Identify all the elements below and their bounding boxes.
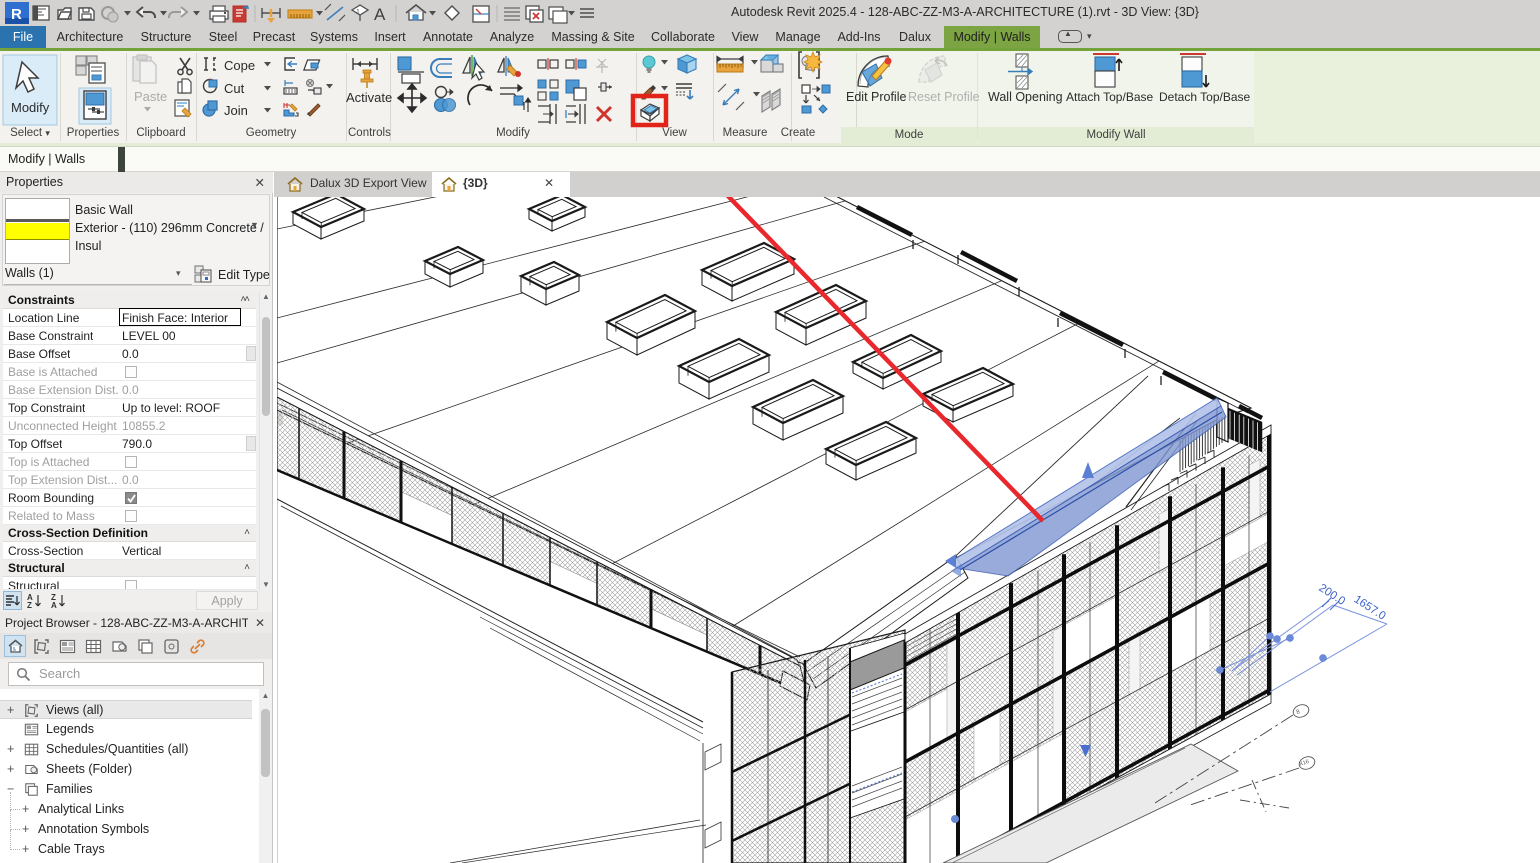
svg-text:Z: Z: [27, 601, 32, 609]
svg-text:200.0: 200.0: [1316, 582, 1347, 608]
svg-text:8: 8: [1296, 709, 1302, 716]
svg-text:A: A: [51, 601, 57, 609]
